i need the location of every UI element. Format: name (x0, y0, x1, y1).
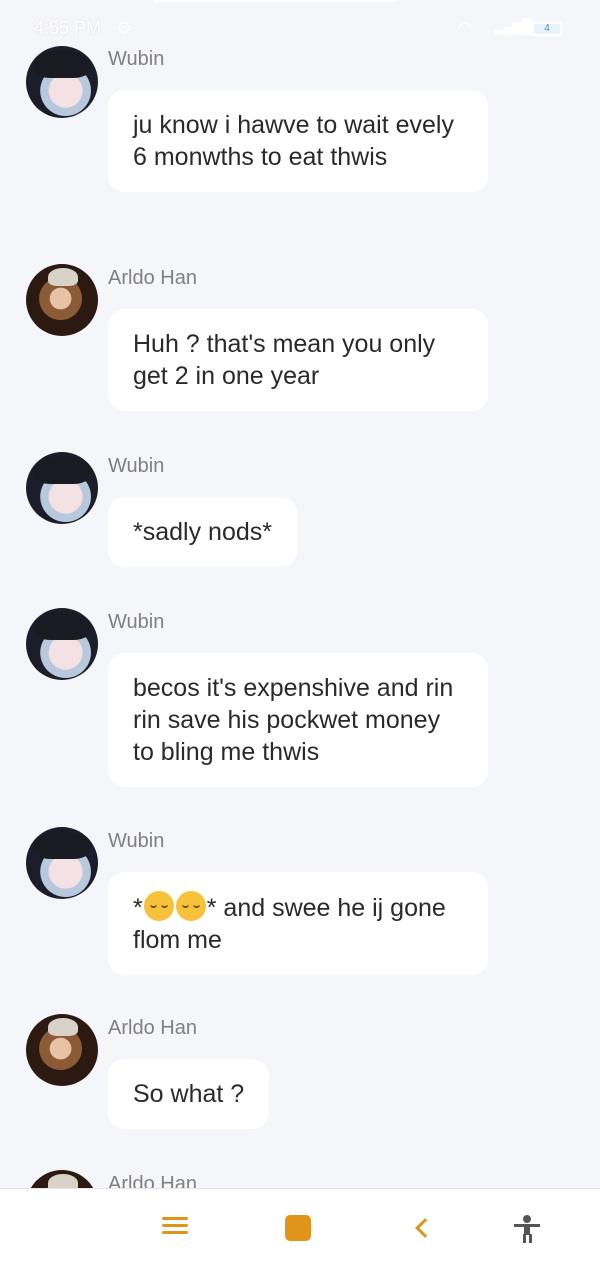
sender-name: Wubin (108, 48, 165, 70)
message-bubble[interactable]: * * and swee he ij gone flom me (108, 872, 488, 975)
signal-icon: ▂▄▆█ (494, 18, 532, 34)
gear-icon: ⚙ (116, 18, 133, 38)
sender-name: Wubin (108, 830, 165, 852)
sender-name: Arldo Han (108, 1017, 197, 1039)
chat-list[interactable]: Wubin ju know i hawve to wait evely 6 mo… (0, 0, 600, 1188)
pensive-face-icon (143, 891, 174, 921)
avatar[interactable] (26, 46, 98, 118)
avatar[interactable] (26, 1014, 98, 1086)
message-bubble[interactable]: *sadly nods* (108, 497, 297, 567)
message-text: * (133, 894, 143, 922)
pensive-face-icon (175, 891, 206, 921)
sender-name: Wubin (108, 455, 165, 477)
message-bubble[interactable]: ju know i hawve to wait evely 6 monwths … (108, 90, 488, 192)
avatar[interactable] (26, 1170, 98, 1188)
home-icon[interactable] (285, 1213, 317, 1245)
sender-name: Wubin (108, 611, 165, 633)
avatar[interactable] (26, 452, 98, 524)
menu-icon[interactable] (160, 1213, 192, 1245)
sender-name: Arldo Han (108, 267, 197, 289)
status-bar: 4:55 PM ⚙ ◠ ▂▄▆█ 4 (0, 0, 600, 44)
avatar[interactable] (26, 264, 98, 336)
sender-name: Arldo Han (108, 1173, 197, 1188)
bottom-navigation (0, 1188, 600, 1267)
avatar[interactable] (26, 827, 98, 899)
battery-icon: 4 (532, 22, 562, 36)
back-icon[interactable] (410, 1213, 442, 1245)
status-time: 4:55 PM (34, 18, 102, 38)
message-bubble[interactable]: becos it's expenshive and rin rin save h… (108, 653, 488, 787)
message-bubble[interactable]: Huh ? that's mean you only get 2 in one … (108, 309, 488, 411)
message-bubble[interactable]: So what ? (108, 1059, 270, 1129)
wifi-icon: ◠ (458, 20, 472, 37)
avatar[interactable] (26, 608, 98, 680)
accessibility-icon[interactable] (512, 1213, 544, 1245)
